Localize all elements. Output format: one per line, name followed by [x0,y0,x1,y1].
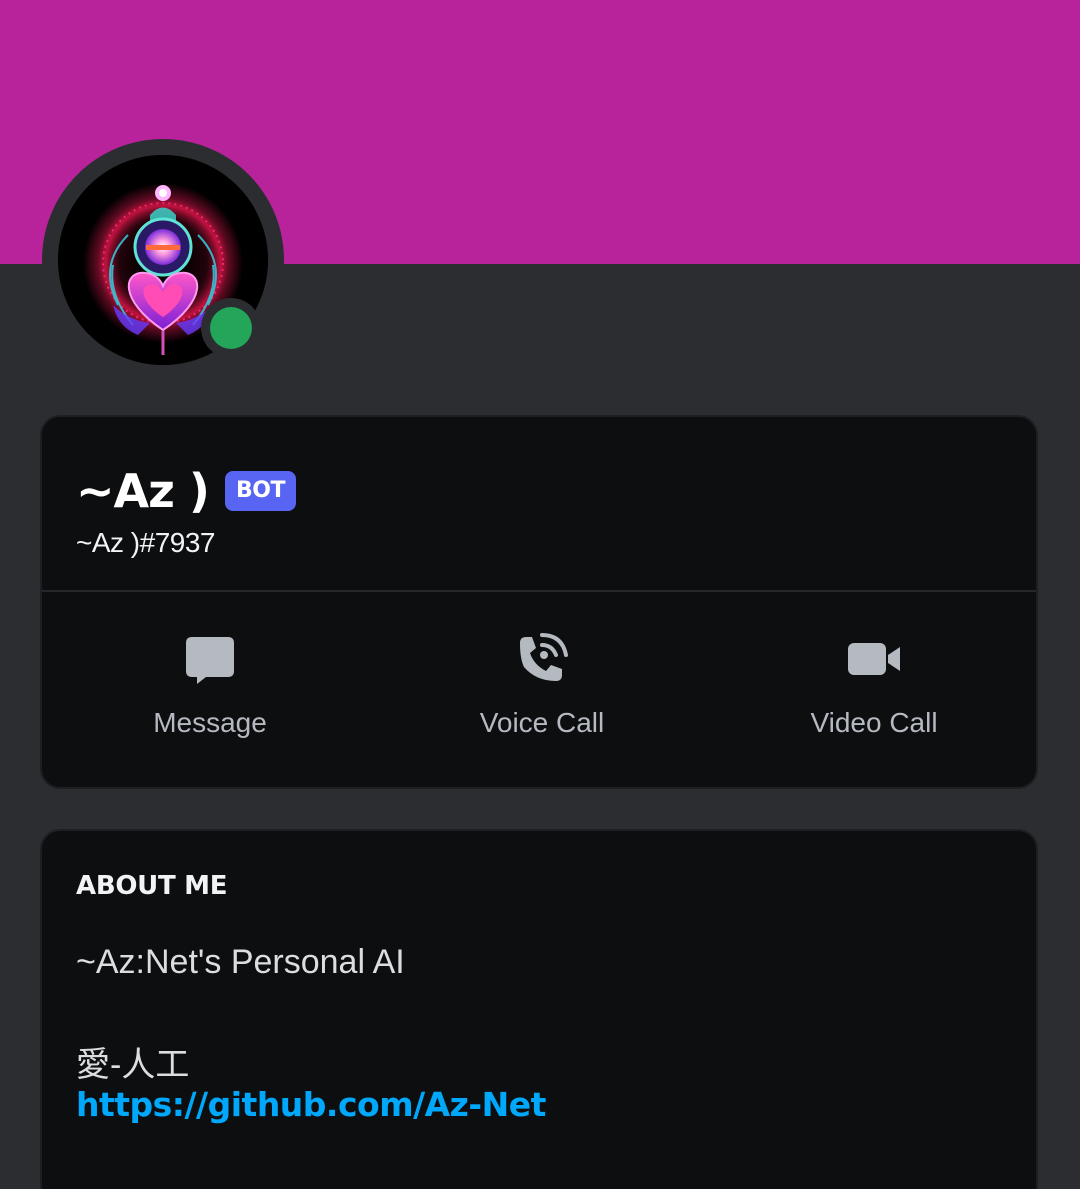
video-call-button[interactable]: Video Call [744,631,1004,751]
chat-bubble-icon [186,637,234,684]
phone-call-icon [520,633,568,681]
name-row: ~Az ) BOT [76,467,296,515]
voice-call-button[interactable]: Voice Call [412,631,672,751]
about-me-line-2: 愛-人工 [76,1046,190,1084]
message-label: Message [153,707,267,738]
divider [42,590,1036,592]
about-me-line-1: ~Az:Net's Personal AI [76,943,405,981]
display-name: ~Az ) [76,464,210,518]
user-tag[interactable]: ~Az )#7937 [76,527,216,559]
video-call-label: Video Call [810,707,938,738]
about-me-heading: ABOUT ME [76,871,228,901]
online-status-indicator [210,307,252,349]
github-link[interactable]: https://github.com/Az-Net [76,1085,546,1124]
about-me-card: ABOUT ME ~Az:Net's Personal AI 愛-人工 http… [40,829,1038,1189]
voice-call-label: Voice Call [479,707,605,738]
bot-badge: BOT [224,471,296,511]
message-button[interactable]: Message [80,631,340,751]
video-camera-icon [848,643,900,675]
user-info-card: ~Az ) BOT ~Az )#7937 Message Voice Call … [40,415,1038,789]
